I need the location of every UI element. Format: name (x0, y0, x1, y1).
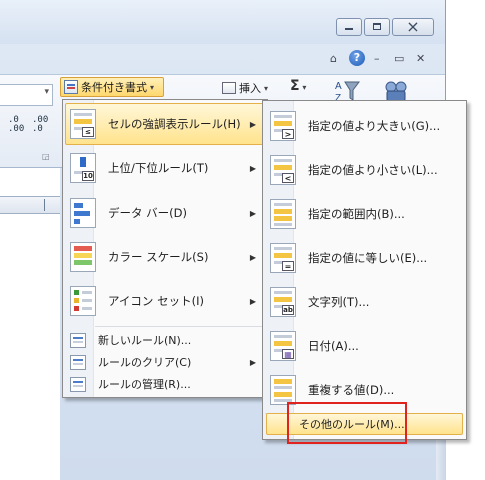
column-header (0, 196, 60, 214)
conditional-formatting-label: 条件付き書式 (81, 81, 147, 94)
menu-item-data-bars[interactable]: データ バー(D) ▶ (65, 192, 265, 234)
menu-item-greater-than[interactable]: > 指定の値より大きい(G)... (265, 105, 464, 147)
menu-item-between[interactable]: 指定の範囲内(B)... (265, 193, 464, 235)
clear-rules-icon (70, 354, 86, 370)
autosum-button[interactable]: Σ ▾ (290, 78, 306, 94)
ribbon-collapse-icon[interactable]: ⌂ (330, 52, 337, 65)
menu-item-manage-rules[interactable]: ルールの管理(R)... (65, 373, 265, 395)
insert-label: 挿入 (239, 82, 261, 95)
menu-item-less-than[interactable]: < 指定の値より小さい(L)... (265, 149, 464, 191)
new-rule-icon (70, 332, 86, 348)
menu-item-label: 指定の値に等しい(E)... (308, 251, 428, 265)
maximize-button[interactable] (364, 18, 390, 36)
icon-sets-icon (70, 286, 96, 316)
menu-item-label: ルールのクリア(C) (98, 356, 192, 369)
color-scales-icon (70, 242, 96, 272)
close-button[interactable] (392, 17, 434, 36)
submenu-arrow-icon: ▶ (249, 296, 256, 306)
worksheet-area[interactable] (0, 168, 60, 480)
greater-than-icon: > (270, 111, 296, 141)
date-calendar-icon: ▦ (270, 331, 296, 361)
number-format-dropdown[interactable] (0, 84, 53, 106)
insert-button[interactable]: 挿入 ▾ (222, 80, 268, 96)
menu-item-clear-rules[interactable]: ルールのクリア(C) ▶ (65, 351, 265, 373)
menu-item-label: 日付(A)... (308, 339, 359, 353)
text-contains-icon: ab (270, 287, 296, 317)
conditional-formatting-button[interactable]: 条件付き書式 ▾ (60, 77, 164, 97)
menu-item-new-rule[interactable]: 新しいルール(N)... (65, 329, 265, 351)
duplicate-values-icon (270, 375, 296, 405)
top-bottom-rules-icon: 10 (70, 153, 96, 183)
submenu-arrow-icon: ▶ (249, 357, 256, 367)
increase-decimal-button[interactable]: .0 .00 (8, 116, 24, 134)
submenu-arrow-icon: ▶ (249, 208, 256, 218)
submenu-arrow-icon: ▶ (249, 252, 256, 262)
menu-item-label: セルの強調表示ルール(H) (108, 117, 241, 131)
conditional-formatting-icon (64, 80, 78, 94)
between-icon (270, 199, 296, 229)
annotation-highlight-box (287, 402, 407, 444)
minimize-button[interactable] (336, 18, 362, 36)
menu-item-label: 指定の値より小さい(L)... (308, 163, 438, 177)
menu-item-label: 指定の範囲内(B)... (308, 207, 405, 221)
menu-item-label: データ バー(D) (108, 206, 187, 220)
chevron-down-icon: ▾ (150, 82, 155, 92)
menu-item-highlight-cells-rules[interactable]: ≤ セルの強調表示ルール(H) ▶ (65, 103, 265, 145)
menu-item-label: ルールの管理(R)... (98, 378, 191, 391)
equal-to-icon: = (270, 243, 296, 273)
conditional-formatting-menu: ≤ セルの強調表示ルール(H) ▶ 10 上位/下位ルール(T) ▶ データ バ… (62, 99, 268, 398)
insert-cells-icon (222, 82, 236, 94)
less-than-icon: < (270, 155, 296, 185)
menu-item-label: 指定の値より大きい(G)... (308, 119, 441, 133)
menu-item-label: 重複する値(D)... (308, 383, 395, 397)
chevron-down-icon: ▾ (299, 83, 307, 92)
help-icon[interactable]: ? (349, 50, 365, 66)
menu-item-label: 新しいルール(N)... (98, 334, 192, 347)
workbook-restore-icon[interactable]: ▭ (394, 52, 404, 65)
menu-item-label: カラー スケール(S) (108, 250, 209, 264)
menu-item-color-scales[interactable]: カラー スケール(S) ▶ (65, 236, 265, 278)
svg-text:A: A (335, 81, 342, 92)
menu-item-text-contains[interactable]: ab 文字列(T)... (265, 281, 464, 323)
sigma-icon: Σ (290, 78, 300, 94)
menu-item-label: 文字列(T)... (308, 295, 370, 309)
decrease-decimal-button[interactable]: .00 .0 (32, 116, 48, 134)
title-bar (0, 0, 445, 44)
menu-item-equal-to[interactable]: = 指定の値に等しい(E)... (265, 237, 464, 279)
menu-item-date-occurring[interactable]: ▦ 日付(A)... (265, 325, 464, 367)
data-bars-icon (70, 198, 96, 228)
menu-item-top-bottom-rules[interactable]: 10 上位/下位ルール(T) ▶ (65, 147, 265, 189)
menu-item-icon-sets[interactable]: アイコン セット(I) ▶ (65, 280, 265, 322)
menu-item-label: アイコン セット(I) (108, 294, 204, 308)
number-group-launcher-icon[interactable]: ◲ (42, 152, 50, 161)
workbook-minimize-icon[interactable]: – (374, 52, 380, 65)
highlight-cells-rules-icon: ≤ (70, 109, 96, 139)
submenu-arrow-icon: ▶ (249, 119, 256, 129)
manage-rules-icon (70, 376, 86, 392)
menu-item-label: 上位/下位ルール(T) (108, 161, 209, 175)
submenu-arrow-icon: ▶ (249, 163, 256, 173)
chevron-down-icon: ▾ (264, 83, 269, 93)
highlight-cells-rules-submenu: > 指定の値より大きい(G)... < 指定の値より小さい(L)... 指定の範… (262, 100, 467, 440)
menu-separator (95, 326, 264, 327)
workbook-close-icon[interactable]: ✕ (416, 52, 425, 65)
